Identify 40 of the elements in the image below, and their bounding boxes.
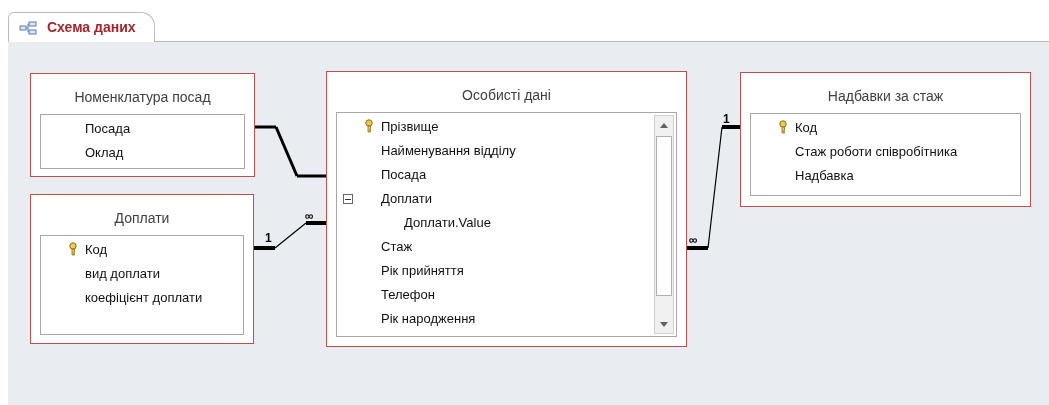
field-name[interactable]: Посада [381, 165, 427, 185]
table-title: Номенклатура посад [73, 88, 212, 107]
field-name[interactable]: Надбавка [795, 166, 854, 186]
many-side-label: ∞ [305, 210, 314, 222]
key-icon [364, 119, 374, 133]
field-name[interactable]: Код [85, 240, 108, 260]
one-side-label: 1 [723, 113, 730, 125]
field-name[interactable]: Оклад [85, 143, 124, 163]
scroll-thumb[interactable] [656, 136, 672, 296]
field-name[interactable]: Посада [85, 119, 131, 139]
field-name[interactable]: коефіцієнт доплати [85, 288, 203, 308]
relationship-line[interactable] [254, 221, 326, 250]
table-window[interactable]: Доплати Код вид доплати коефіцієнт доплати [30, 194, 254, 344]
field-name[interactable]: Рік народження [381, 309, 476, 329]
relationship-line[interactable] [687, 125, 740, 250]
table-window[interactable]: Особисті дані Прізвище Найменування відділу Посада Доплати Доплати.Value Стаж Рік прийняття Телефон Рік народження [326, 71, 687, 347]
table-title: Надбавки за стаж [826, 87, 945, 106]
collapse-toggle[interactable] [343, 194, 353, 204]
key-icon [68, 242, 78, 256]
field-name[interactable]: Рік прийняття [381, 261, 464, 281]
relationships-icon [19, 20, 37, 35]
table-window[interactable]: Надбавки за стаж Код Стаж роботи співробітника Надбавка [740, 72, 1031, 207]
table-title: Особисті дані [461, 86, 552, 105]
field-name[interactable]: Стаж роботи співробітника [795, 142, 958, 162]
field-name[interactable]: Прізвище [381, 117, 439, 137]
relationships-tab[interactable]: Схема даних [8, 12, 155, 42]
relationship-line[interactable] [255, 125, 326, 178]
field-name[interactable]: Код [795, 118, 818, 138]
field-name[interactable]: Стаж [381, 237, 413, 257]
field-name[interactable]: вид доплати [85, 264, 160, 284]
key-icon [778, 120, 788, 134]
field-name[interactable]: Доплати [381, 189, 432, 209]
field-name[interactable]: Доплати.Value [404, 213, 491, 233]
one-side-label: 1 [265, 232, 272, 244]
many-side-label: ∞ [689, 234, 698, 246]
field-name[interactable]: Найменування відділу [381, 141, 516, 161]
field-name[interactable]: Телефон [381, 285, 435, 305]
scrollbar[interactable] [654, 115, 674, 334]
table-title: Доплати [113, 209, 171, 228]
table-window[interactable]: Номенклатура посад Посада Оклад [30, 73, 255, 177]
